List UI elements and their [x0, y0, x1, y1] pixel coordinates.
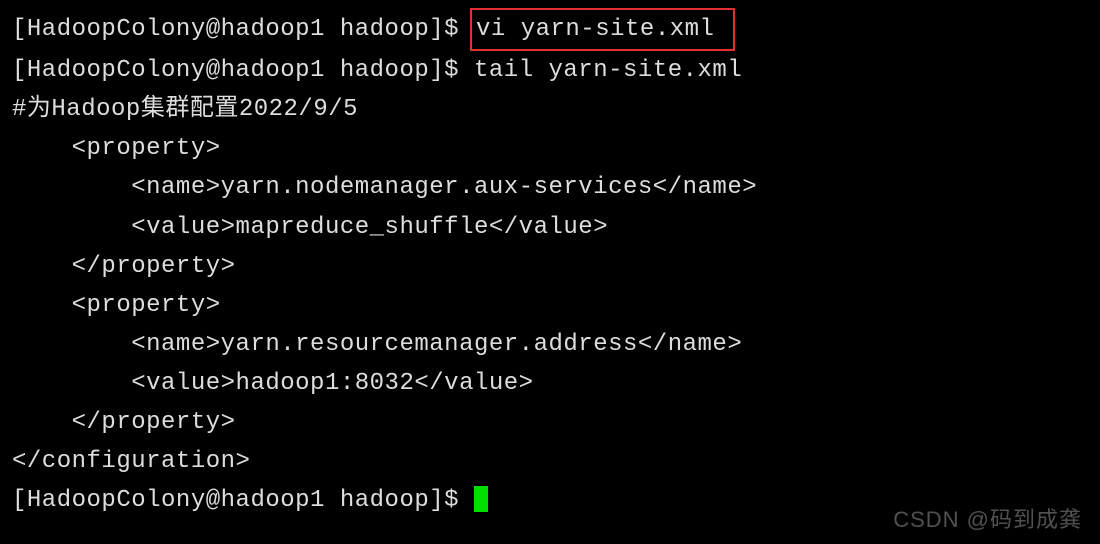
shell-prompt: [HadoopColony@hadoop1 hadoop]$ — [12, 487, 474, 514]
terminal-line-cmd-2: [HadoopColony@hadoop1 hadoop]$ tail yarn… — [12, 51, 1088, 90]
terminal-line-cmd-1: [HadoopColony@hadoop1 hadoop]$ vi yarn-s… — [12, 8, 1088, 51]
output-line: <property> — [12, 129, 1088, 168]
output-line: <value>mapreduce_shuffle</value> — [12, 208, 1088, 247]
cursor-icon — [474, 486, 488, 512]
output-line: </property> — [12, 403, 1088, 442]
highlighted-command: vi yarn-site.xml — [470, 8, 735, 51]
output-line: <property> — [12, 286, 1088, 325]
command-text: tail yarn-site.xml — [474, 57, 742, 84]
output-line: </configuration> — [12, 442, 1088, 481]
output-line: <name>yarn.resourcemanager.address</name… — [12, 325, 1088, 364]
output-line: <name>yarn.nodemanager.aux-services</nam… — [12, 168, 1088, 207]
output-line: </property> — [12, 247, 1088, 286]
shell-prompt: [HadoopColony@hadoop1 hadoop]$ — [12, 57, 474, 84]
output-line: <value>hadoop1:8032</value> — [12, 364, 1088, 403]
output-line: #为Hadoop集群配置2022/9/5 — [12, 90, 1088, 129]
watermark-text: CSDN @码到成龚 — [893, 502, 1082, 534]
shell-prompt: [HadoopColony@hadoop1 hadoop]$ — [12, 16, 474, 43]
